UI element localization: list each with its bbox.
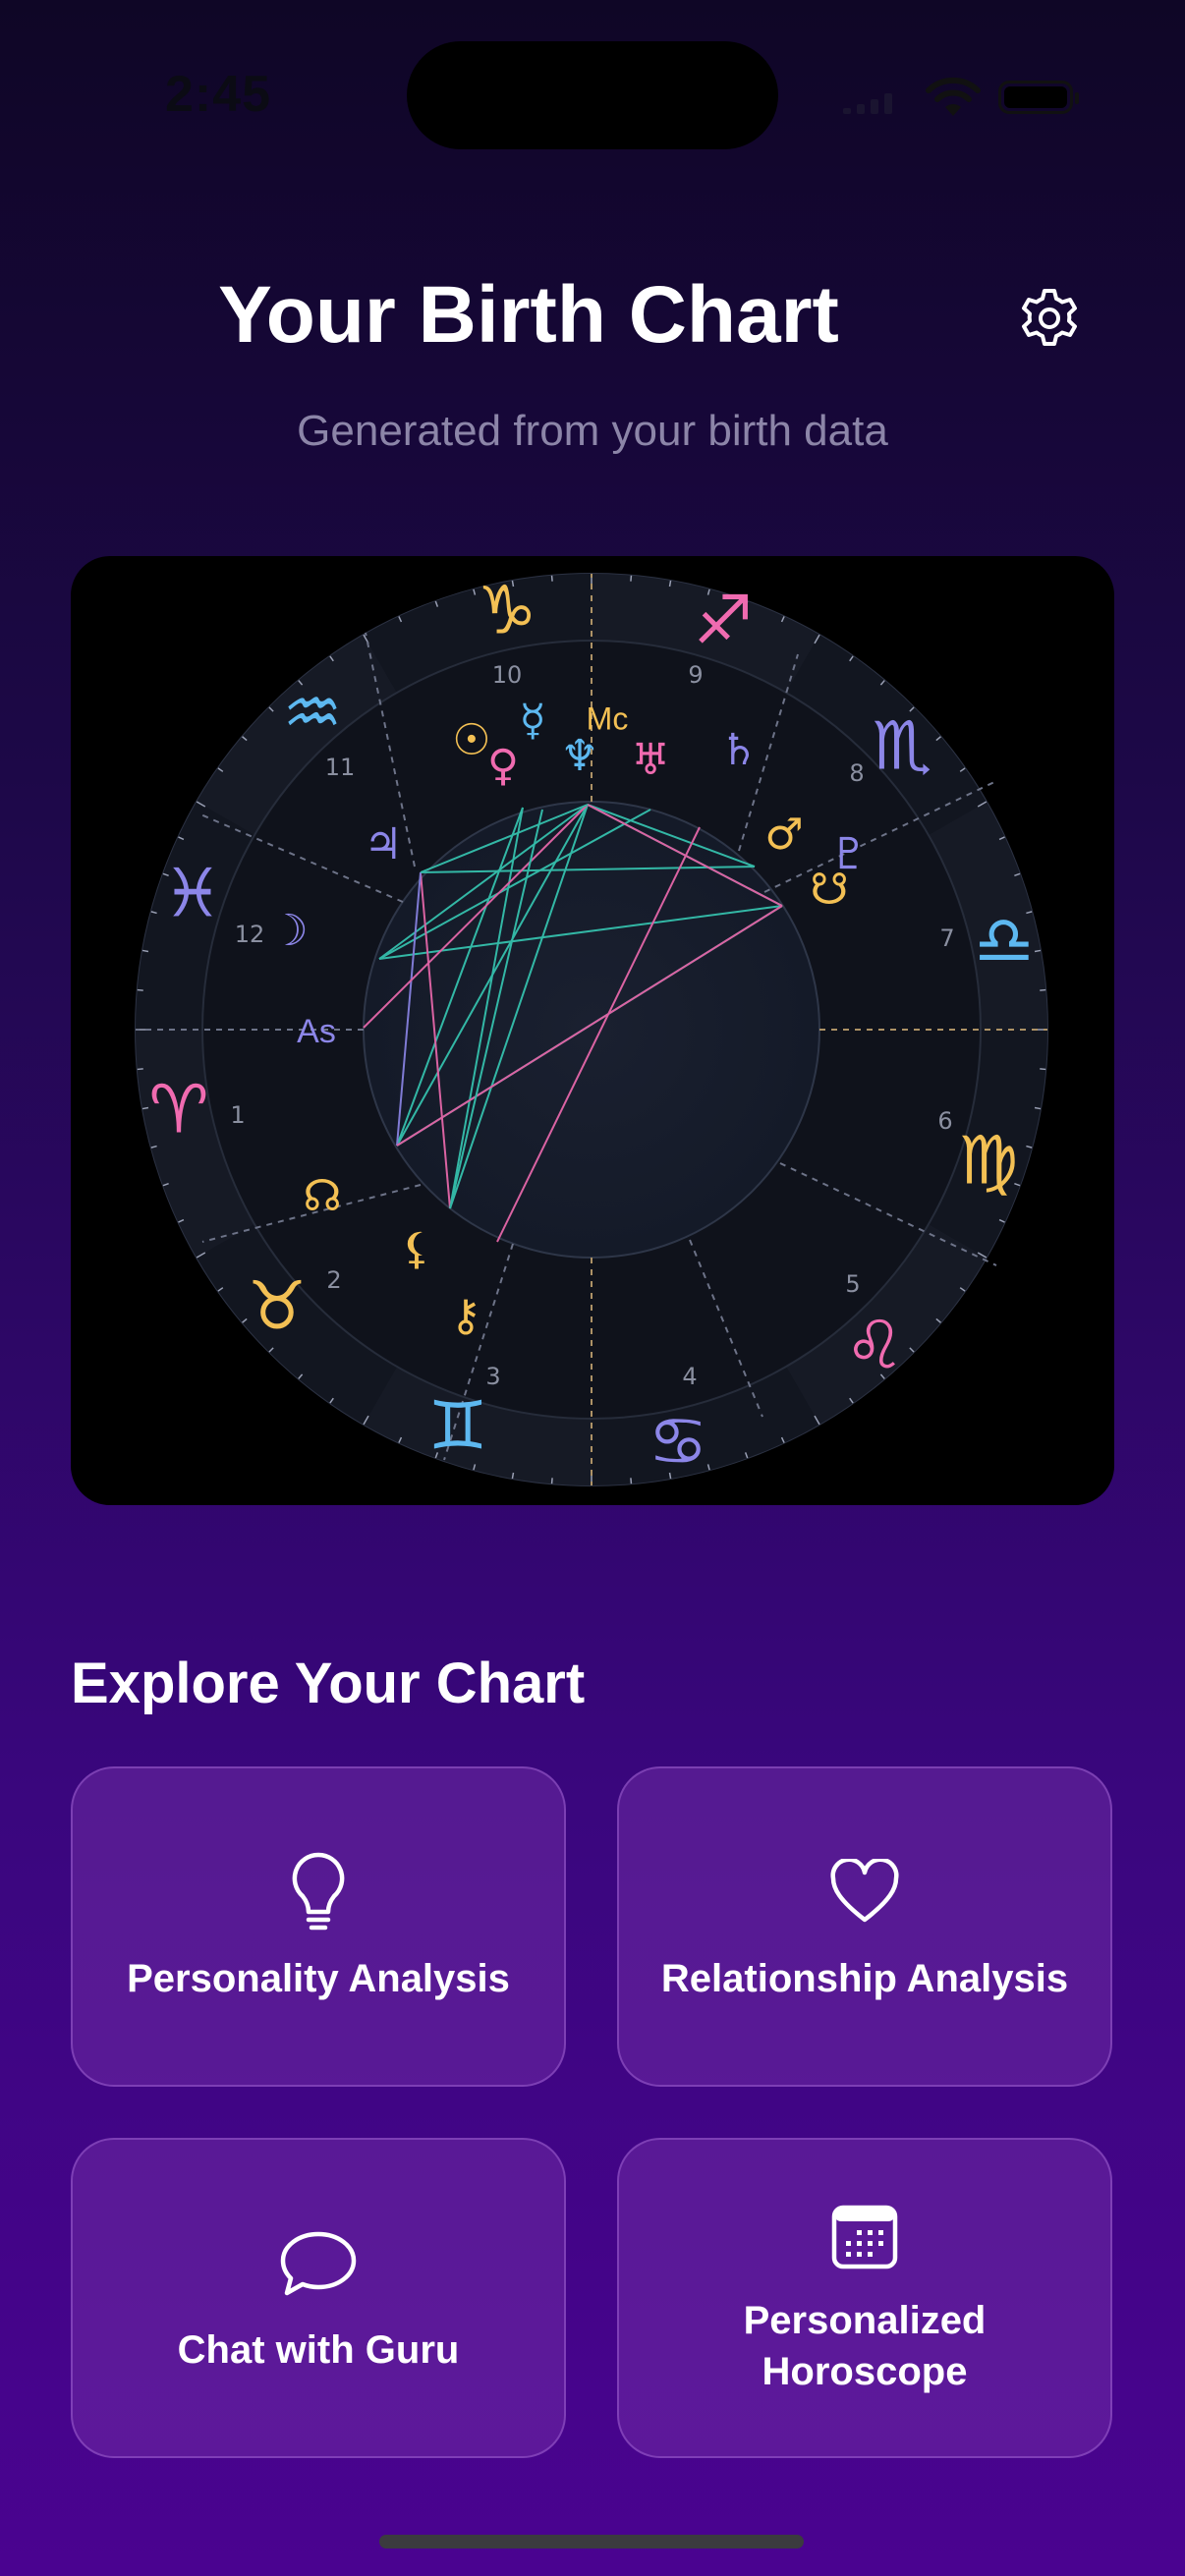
zodiac-sagittarius-icon: ♐ [694,583,754,660]
heart-icon [830,1859,899,1923]
mars-icon: ♂ [764,810,803,860]
home-indicator[interactable] [379,2535,804,2548]
personalized-horoscope-label-line2: Horoscope [762,2350,968,2393]
zodiac-cancer-icon: ♋ [649,1404,708,1482]
degree-tick [141,949,149,953]
house-number-8: 8 [849,759,864,787]
uranus-icon: ♅ [631,735,669,785]
lilith-icon: ⚸ [401,1224,432,1274]
degree-tick [550,575,553,582]
wifi-icon [926,77,981,116]
ascendant-label: As [297,1013,336,1050]
dynamic-island [407,41,778,149]
personalized-horoscope-label-line1: Personalized [743,2299,987,2342]
house-number-11: 11 [325,754,356,781]
house-number-3: 3 [485,1363,500,1390]
degree-tick [630,575,633,582]
zodiac-aries-icon: ♈ [149,1072,209,1149]
house-number-9: 9 [688,661,703,689]
neptune-icon: ♆ [560,731,598,781]
south-node-icon: ☋ [810,865,848,915]
house-number-10: 10 [492,661,523,689]
zodiac-scorpio-icon: ♏ [873,708,932,786]
mercury-icon: ☿ [519,696,545,746]
relationship-analysis-label: Relationship Analysis [660,1957,1069,2000]
zodiac-virgo-icon: ♍ [959,1123,1019,1201]
house-number-6: 6 [937,1107,952,1135]
status-bar: 2:45 [0,0,1185,187]
calendar-icon [831,2205,898,2269]
degree-tick [668,580,672,588]
birth-chart-wheel: ♑ ♐ ♏ ♎ ♍ ♌ ♋ ♊ ♉ ♈ ♓ ♒ 1 2 3 4 5 6 7 8 … [135,573,1048,1486]
midheaven-label: Mc [587,700,629,736]
lightbulb-icon [292,1852,345,1931]
chat-with-guru-card[interactable]: Chat with Guru [71,2138,566,2458]
page-subtitle: Generated from your birth data [297,407,888,455]
degree-tick [137,988,143,991]
gear-icon[interactable] [1018,287,1081,350]
jupiter-icon: ♃ [364,819,402,869]
saturn-icon: ♄ [719,725,758,775]
personality-analysis-card[interactable]: Personality Analysis [71,1766,566,2087]
chat-with-guru-label: Chat with Guru [177,2328,460,2372]
moon-icon: ☽ [269,906,308,956]
degree-tick [550,1478,553,1484]
degree-tick [511,1472,515,1480]
degree-tick [1040,988,1046,991]
chiron-icon: ⚷ [450,1291,481,1341]
degree-tick [630,1478,633,1484]
cellular-signal-icon [843,93,892,114]
degree-tick [141,1106,149,1110]
birth-chart-card[interactable]: ♑ ♐ ♏ ♎ ♍ ♌ ♋ ♊ ♉ ♈ ♓ ♒ 1 2 3 4 5 6 7 8 … [71,556,1114,1505]
venus-icon: ♀ [487,741,519,791]
house-number-4: 4 [682,1363,697,1390]
sun-icon: ☉ [452,715,490,765]
house-number-1: 1 [230,1101,245,1129]
battery-icon [998,81,1079,114]
house-number-5: 5 [845,1270,860,1298]
chat-bubble-icon [280,2231,357,2296]
zodiac-pisces-icon: ♓ [163,856,223,933]
zodiac-gemini-icon: ♊ [428,1388,488,1466]
explore-section-title: Explore Your Chart [71,1652,586,1715]
zodiac-aquarius-icon: ♒ [283,675,343,753]
page-title: Your Birth Chart [218,270,839,360]
personality-analysis-label: Personality Analysis [127,1957,510,2000]
house-number-7: 7 [939,924,954,952]
degree-tick [1034,1106,1042,1110]
personalized-horoscope-card[interactable]: Personalized Horoscope [617,2138,1112,2458]
degree-tick [137,1068,143,1071]
house-number-12: 12 [235,921,265,948]
status-time: 2:45 [165,66,272,123]
house-number-2: 2 [326,1266,341,1294]
north-node-icon: ☊ [303,1171,341,1221]
zodiac-capricorn-icon: ♑ [478,573,537,650]
degree-tick [1034,949,1042,953]
relationship-analysis-card[interactable]: Relationship Analysis [617,1766,1112,2087]
zodiac-taurus-icon: ♉ [248,1268,308,1346]
degree-tick [1040,1068,1046,1071]
zodiac-leo-icon: ♌ [845,1308,905,1385]
zodiac-libra-icon: ♎ [975,903,1035,980]
